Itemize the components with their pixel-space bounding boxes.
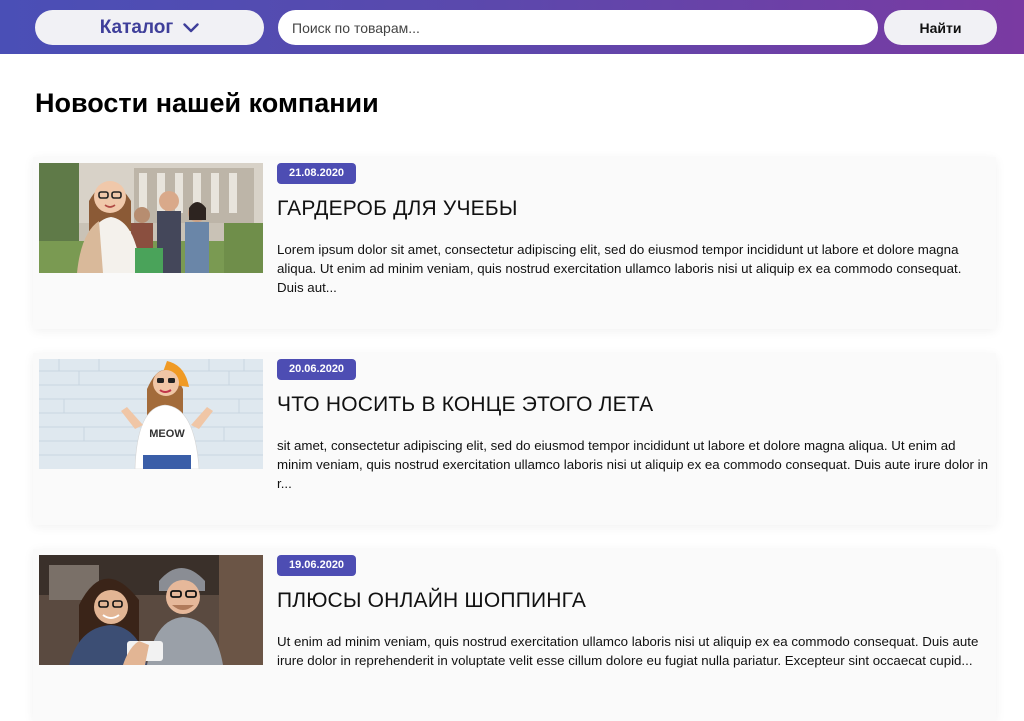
header-bar: Каталог Найти	[0, 0, 1024, 54]
news-image-students[interactable]	[39, 163, 263, 273]
news-excerpt: Lorem ipsum dolor sit amet, consectetur …	[277, 242, 962, 295]
news-excerpt: sit amet, consectetur adipiscing elit, s…	[277, 438, 988, 491]
news-excerpt: Ut enim ad minim veniam, quis nostrud ex…	[277, 634, 979, 668]
news-title[interactable]: ГАРДЕРОБ ДЛЯ УЧЕБЫ	[277, 197, 518, 221]
search-button[interactable]: Найти	[884, 10, 997, 45]
news-date: 20.06.2020	[277, 359, 357, 380]
news-image-couple[interactable]	[39, 555, 263, 665]
news-image-summer-girl[interactable]: MEOW	[39, 359, 263, 469]
page-title: Новости нашей компании	[35, 88, 379, 118]
chevron-down-icon	[183, 22, 199, 32]
catalog-button[interactable]: Каталог	[35, 10, 264, 45]
news-title[interactable]: ПЛЮСЫ ОНЛАЙН ШОППИНГА	[277, 589, 586, 613]
news-card[interactable]: MEOW 20.06.2020 ЧТО НОСИТЬ В КОНЦЕ ЭТОГО…	[33, 353, 996, 525]
news-date: 19.06.2020	[277, 555, 357, 576]
search-input[interactable]	[278, 10, 878, 45]
news-title[interactable]: ЧТО НОСИТЬ В КОНЦЕ ЭТОГО ЛЕТА	[277, 393, 653, 417]
news-date: 21.08.2020	[277, 163, 357, 184]
meow-shirt-print: MEOW	[149, 428, 185, 440]
news-card[interactable]: 19.06.2020 ПЛЮСЫ ОНЛАЙН ШОППИНГА Ut enim…	[33, 549, 996, 721]
catalog-label: Каталог	[99, 16, 174, 38]
news-card[interactable]: 21.08.2020 ГАРДЕРОБ ДЛЯ УЧЕБЫ Lorem ipsu…	[33, 157, 996, 329]
